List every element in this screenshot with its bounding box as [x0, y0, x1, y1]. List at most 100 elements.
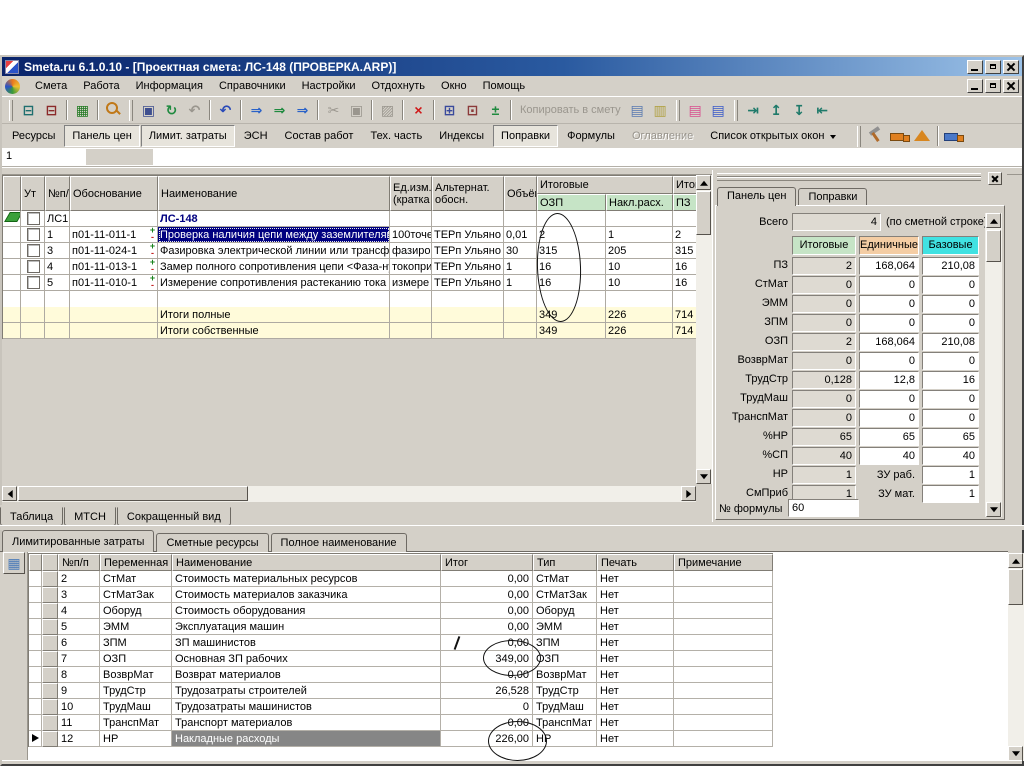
price-plus-minus-icon[interactable] [148, 227, 157, 241]
menu-item[interactable]: Отдохнуть [364, 78, 434, 94]
total-count-field[interactable]: 4 [792, 213, 881, 231]
row-header-cell[interactable] [42, 731, 58, 747]
price-total-cell[interactable]: 40 [792, 447, 856, 465]
price-col-header[interactable]: Единичные [859, 236, 919, 255]
Трудозатраты строителей[interactable]: 9 ТрудСтр Трудозатраты строителей 26,528… [29, 683, 773, 699]
menu-item[interactable]: Работа [75, 78, 127, 94]
col-header-volume[interactable]: Объём [504, 176, 537, 211]
col-header-totals-group[interactable]: Итоговые [537, 176, 673, 194]
price-plus-minus-icon[interactable] [148, 275, 157, 289]
scroll-thumb[interactable] [18, 486, 248, 501]
price-plus-minus-icon[interactable] [148, 243, 157, 257]
Накладные расходы[interactable]: 12 НР Накладные расходы 226,00 НР Нет [29, 731, 773, 747]
restore-button[interactable] [985, 60, 1001, 74]
title-bar[interactable]: Smeta.ru 6.1.0.10 - [Проектная смета: ЛС… [2, 57, 1022, 76]
grid-vscrollbar[interactable] [696, 175, 712, 484]
Стоимость материалов заказчика[interactable]: 3 СтМатЗак Стоимость материалов заказчик… [29, 587, 773, 603]
price-total-cell[interactable]: 0 [792, 352, 856, 370]
price-total-cell[interactable]: 1 [792, 466, 856, 484]
price-base-cell[interactable]: 0 [922, 409, 979, 427]
approve-checkbox[interactable] [27, 228, 40, 241]
panel-toggle-button[interactable]: Индексы [431, 125, 492, 147]
panel-toggle-button[interactable]: Состав работ [277, 125, 362, 147]
limits-col-print[interactable]: Печать [597, 554, 674, 571]
scroll-thumb[interactable] [1008, 569, 1023, 605]
menu-item[interactable]: Окно [433, 78, 475, 94]
col-header-unit[interactable]: Ед.изм. (кратка [390, 176, 432, 211]
price-col-header[interactable]: Итоговые [792, 236, 856, 255]
price-panel-tab[interactable]: Поправки [798, 188, 867, 205]
limits-col-num[interactable]: №п/п [58, 554, 100, 571]
excel-export-icon[interactable]: ▦ [71, 99, 94, 121]
limits-col-note[interactable]: Примечание [674, 554, 773, 571]
structure-tree-icon[interactable]: ⊟ [17, 99, 40, 121]
price-total-cell[interactable]: 0 [792, 409, 856, 427]
save-icon[interactable]: ▣ [137, 99, 160, 121]
structure-export-icon[interactable]: ⊟ [40, 99, 63, 121]
price-plus-minus-icon[interactable] [148, 259, 157, 273]
col-header-ozp[interactable]: ОЗП [537, 194, 606, 211]
price-base-cell[interactable]: 16 [922, 371, 979, 389]
minimize-button[interactable] [967, 60, 983, 74]
copy-limits-button[interactable]: ▦ [3, 552, 25, 574]
scroll-thumb[interactable] [986, 230, 1001, 262]
row-header-cell[interactable] [42, 635, 58, 651]
col-header-name[interactable]: Наименование [158, 176, 390, 211]
panel-toggle-button[interactable]: Список открытых окон [702, 125, 844, 147]
scroll-up-icon[interactable] [986, 213, 1001, 228]
price-unit-cell[interactable]: 0 [859, 409, 919, 427]
limits-col-type[interactable]: Тип [533, 554, 597, 571]
smeta-app-icon[interactable] [5, 79, 20, 94]
close-button[interactable] [1003, 60, 1019, 74]
Фазировка электрической линии или трансфо[interactable]: 3 п01-11-024-1 Фазировка электрической л… [3, 243, 697, 259]
price-base-cell[interactable]: 1 [922, 466, 979, 484]
search-icon[interactable] [102, 99, 125, 121]
row-header-cell[interactable] [42, 715, 58, 731]
bottom-tab[interactable]: Сметные ресурсы [156, 533, 268, 552]
row-header-cell[interactable] [42, 683, 58, 699]
mdi-close-button[interactable] [1003, 79, 1019, 93]
price-unit-cell[interactable]: 0 [859, 295, 919, 313]
Трудозатраты машинистов[interactable]: 10 ТрудМаш Трудозатраты машинистов 0 Тру… [29, 699, 773, 715]
price-base-cell[interactable]: 0 [922, 352, 979, 370]
indent-left-icon[interactable]: ⇤ [811, 99, 834, 121]
price-unit-cell[interactable]: 65 [859, 428, 919, 446]
ЛС-148[interactable]: ЛС1 ЛС-148 [3, 211, 697, 227]
price-base-cell[interactable]: 0 [922, 390, 979, 408]
price-total-cell[interactable]: 0 [792, 314, 856, 332]
panel-toggle-button[interactable]: Формулы [559, 125, 623, 147]
panel-grip[interactable] [717, 177, 981, 181]
limits-col-name[interactable]: Наименование [172, 554, 441, 571]
view-tab[interactable]: МТСН [64, 507, 116, 526]
delete-row-icon[interactable]: × [407, 99, 430, 121]
row-header-cell[interactable] [42, 571, 58, 587]
price-unit-cell[interactable]: ЗУ раб. [859, 466, 919, 484]
price-total-cell[interactable]: 2 [792, 257, 856, 275]
panel-toggle-button[interactable]: ЭСН [236, 125, 276, 147]
scroll-left-icon[interactable] [2, 486, 17, 501]
scroll-up-icon[interactable] [696, 175, 711, 190]
indent-right-icon[interactable]: ⇥ [742, 99, 765, 121]
insert-resource-icon[interactable]: ⇒ [268, 99, 291, 121]
move-up-icon[interactable]: ↥ [765, 99, 788, 121]
price-total-cell[interactable]: 0 [792, 390, 856, 408]
mdi-minimize-button[interactable] [967, 79, 983, 93]
scroll-down-icon[interactable] [696, 469, 711, 484]
formula-number-field[interactable]: 60 [788, 499, 859, 517]
limits-col-variable[interactable]: Переменная [100, 554, 172, 571]
price-unit-cell[interactable]: 0 [859, 390, 919, 408]
scroll-down-icon[interactable] [1008, 746, 1023, 761]
price-unit-cell[interactable]: 168,064 [859, 333, 919, 351]
ЗП машинистов[interactable]: 6 ЗПМ ЗП машинистов 0,00 ЗПМ Нет [29, 635, 773, 651]
add-remove-icon[interactable]: ± [484, 99, 507, 121]
price-unit-cell[interactable]: 0 [859, 314, 919, 332]
menu-item[interactable]: Информация [128, 78, 211, 94]
transport-truck-icon[interactable] [942, 125, 965, 147]
paste-rows-icon[interactable]: ▥ [649, 99, 672, 121]
limits-col-total[interactable]: Итог [441, 554, 533, 571]
view-tab[interactable]: Таблица [0, 507, 63, 526]
price-base-cell[interactable]: 0 [922, 276, 979, 294]
norm-book-icon[interactable]: ▤ [707, 99, 730, 121]
price-base-cell[interactable]: 210,08 [922, 333, 979, 351]
price-total-cell[interactable]: 0 [792, 295, 856, 313]
